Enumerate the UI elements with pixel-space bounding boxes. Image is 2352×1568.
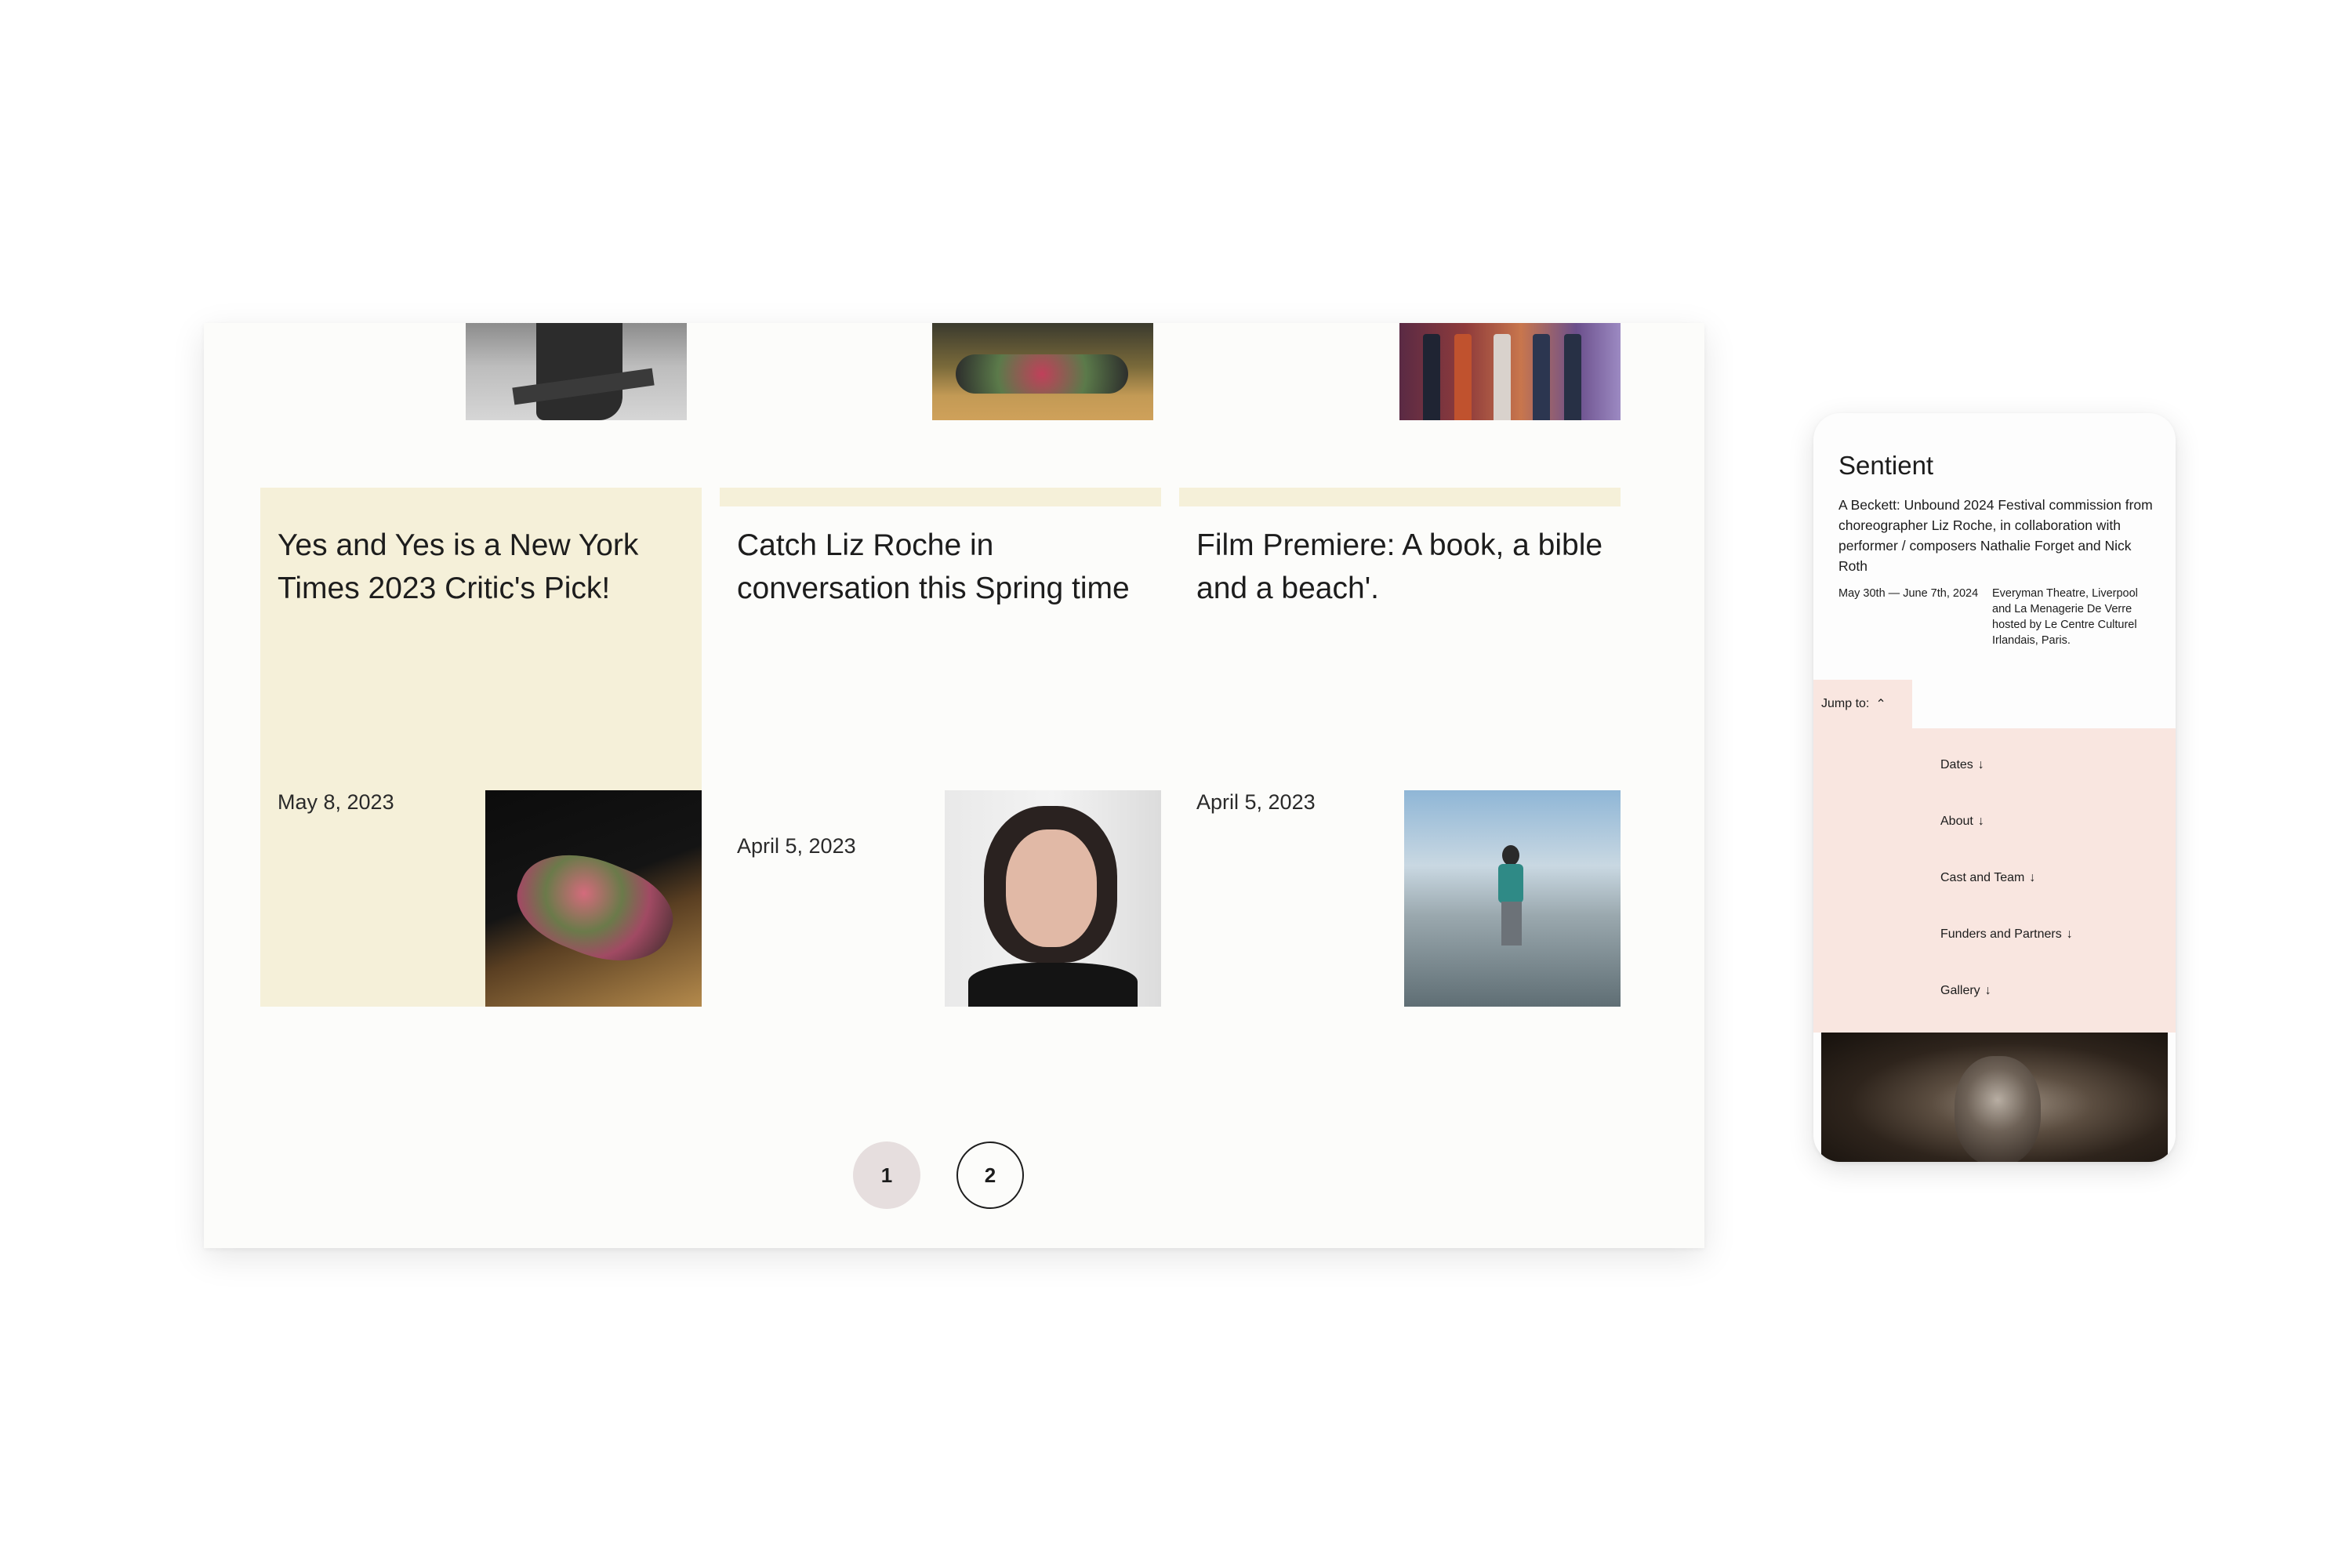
article-image[interactable]	[932, 323, 1153, 420]
jump-item-cast-and-team[interactable]: Cast and Team ↓	[1940, 871, 2035, 885]
pagination-page-1[interactable]: 1	[853, 1142, 920, 1209]
arrow-down-icon: ↓	[2029, 871, 2036, 884]
article-date: May 8, 2023	[278, 790, 394, 814]
article-image[interactable]	[466, 323, 687, 420]
article-thumbnail[interactable]	[945, 790, 1161, 1007]
production-venue: Everyman Theatre, Liverpool and La Menag…	[1992, 587, 2138, 647]
article-date: April 5, 2023	[1196, 790, 1316, 814]
article-thumbnail[interactable]	[485, 790, 702, 1007]
article-card[interactable]: Catch Liz Roche in conversation this Spr…	[720, 488, 1161, 1007]
arrow-down-icon: ↓	[1984, 984, 1991, 997]
article-thumbnail[interactable]	[1404, 790, 1621, 1007]
jump-item-label: Cast and Team	[1940, 871, 2025, 884]
jump-item-label: Gallery	[1940, 984, 1980, 997]
mobile-screen: Sentient A Beckett: Unbound 2024 Festiva…	[1813, 413, 2176, 1162]
article-card[interactable]: Film Premiere: A book, a bible and a bea…	[1179, 488, 1621, 1007]
arrow-down-icon: ↓	[1977, 815, 1984, 828]
article-card[interactable]: Yes and Yes is a New York Times 2023 Cri…	[260, 488, 702, 1007]
jump-item-label: Dates	[1940, 758, 1973, 771]
arrow-down-icon: ↓	[2066, 927, 2073, 941]
jump-item-about[interactable]: About ↓	[1940, 815, 1984, 829]
article-date: April 5, 2023	[737, 834, 856, 858]
arrow-down-icon: ↓	[1977, 758, 1984, 771]
article-title[interactable]: Yes and Yes is a New York Times 2023 Cri…	[278, 524, 685, 610]
jump-to-menu: Dates ↓ About ↓ Cast and Team ↓ Funders and…	[1813, 728, 2176, 1033]
jump-item-label: Funders and Partners	[1940, 927, 2062, 941]
article-title[interactable]: Film Premiere: A book, a bible and a bea…	[1196, 524, 1604, 610]
card-accent-bar	[720, 488, 1161, 506]
jump-item-label: About	[1940, 815, 1973, 828]
article-image[interactable]	[1399, 323, 1621, 420]
jump-item-gallery[interactable]: Gallery ↓	[1940, 984, 1991, 998]
desktop-screen: Yes and Yes is a New York Times 2023 Cri…	[204, 323, 1704, 1248]
jump-to-label: Jump to:	[1821, 697, 1870, 710]
page-title: Sentient	[1838, 451, 1934, 480]
chevron-up-icon: ⌃	[1875, 698, 1886, 711]
article-title[interactable]: Catch Liz Roche in conversation this Spr…	[737, 524, 1145, 610]
jump-to-toggle[interactable]: Jump to: ⌃	[1813, 680, 1912, 728]
card-accent-bar	[1179, 488, 1621, 506]
hero-image	[1821, 1033, 2168, 1162]
production-dates: May 30th — June 7th, 2024	[1838, 587, 1979, 600]
production-description: A Beckett: Unbound 2024 Festival commiss…	[1838, 497, 2153, 574]
jump-item-funders-and-partners[interactable]: Funders and Partners ↓	[1940, 927, 2073, 942]
pagination-page-2[interactable]: 2	[956, 1142, 1024, 1209]
jump-item-dates[interactable]: Dates ↓	[1940, 758, 1984, 772]
